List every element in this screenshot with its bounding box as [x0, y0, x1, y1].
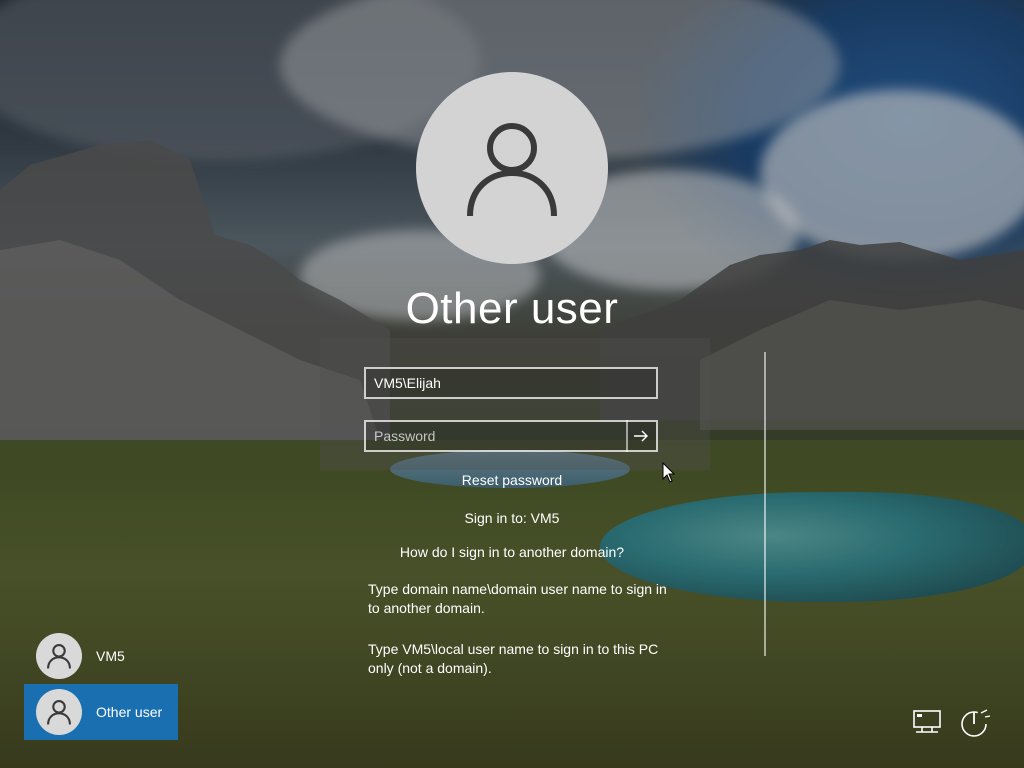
help-text-local: Type VM5\local user name to sign in to t… [368, 641, 659, 676]
user-avatar-icon [467, 123, 557, 217]
arrow-right-icon [634, 430, 648, 442]
user-avatar-icon [36, 689, 82, 735]
reset-password-link[interactable]: Reset password [0, 472, 1024, 488]
user-tile-vm5[interactable]: VM5 [24, 628, 178, 684]
divider [764, 352, 766, 656]
help-text-domain: Type domain name\domain user name to sig… [368, 581, 667, 616]
network-icon[interactable] [910, 706, 946, 740]
submit-button[interactable] [626, 420, 658, 452]
how-do-i-sign-in-link[interactable]: How do I sign in to another domain? [0, 544, 1024, 560]
user-title: Other user [405, 284, 619, 333]
password-input[interactable]: Password [364, 420, 628, 452]
username-input[interactable]: VM5\Elijah [364, 367, 658, 399]
user-tile-label: VM5 [96, 648, 125, 664]
power-icon[interactable] [956, 706, 992, 740]
user-tile-other-user[interactable]: Other user [24, 684, 178, 740]
user-tile-label: Other user [96, 704, 163, 720]
user-avatar [416, 72, 608, 264]
sign-in-to-label: Sign in to: VM5 [464, 510, 560, 526]
user-avatar-icon [36, 633, 82, 679]
mouse-cursor-icon [662, 462, 676, 483]
